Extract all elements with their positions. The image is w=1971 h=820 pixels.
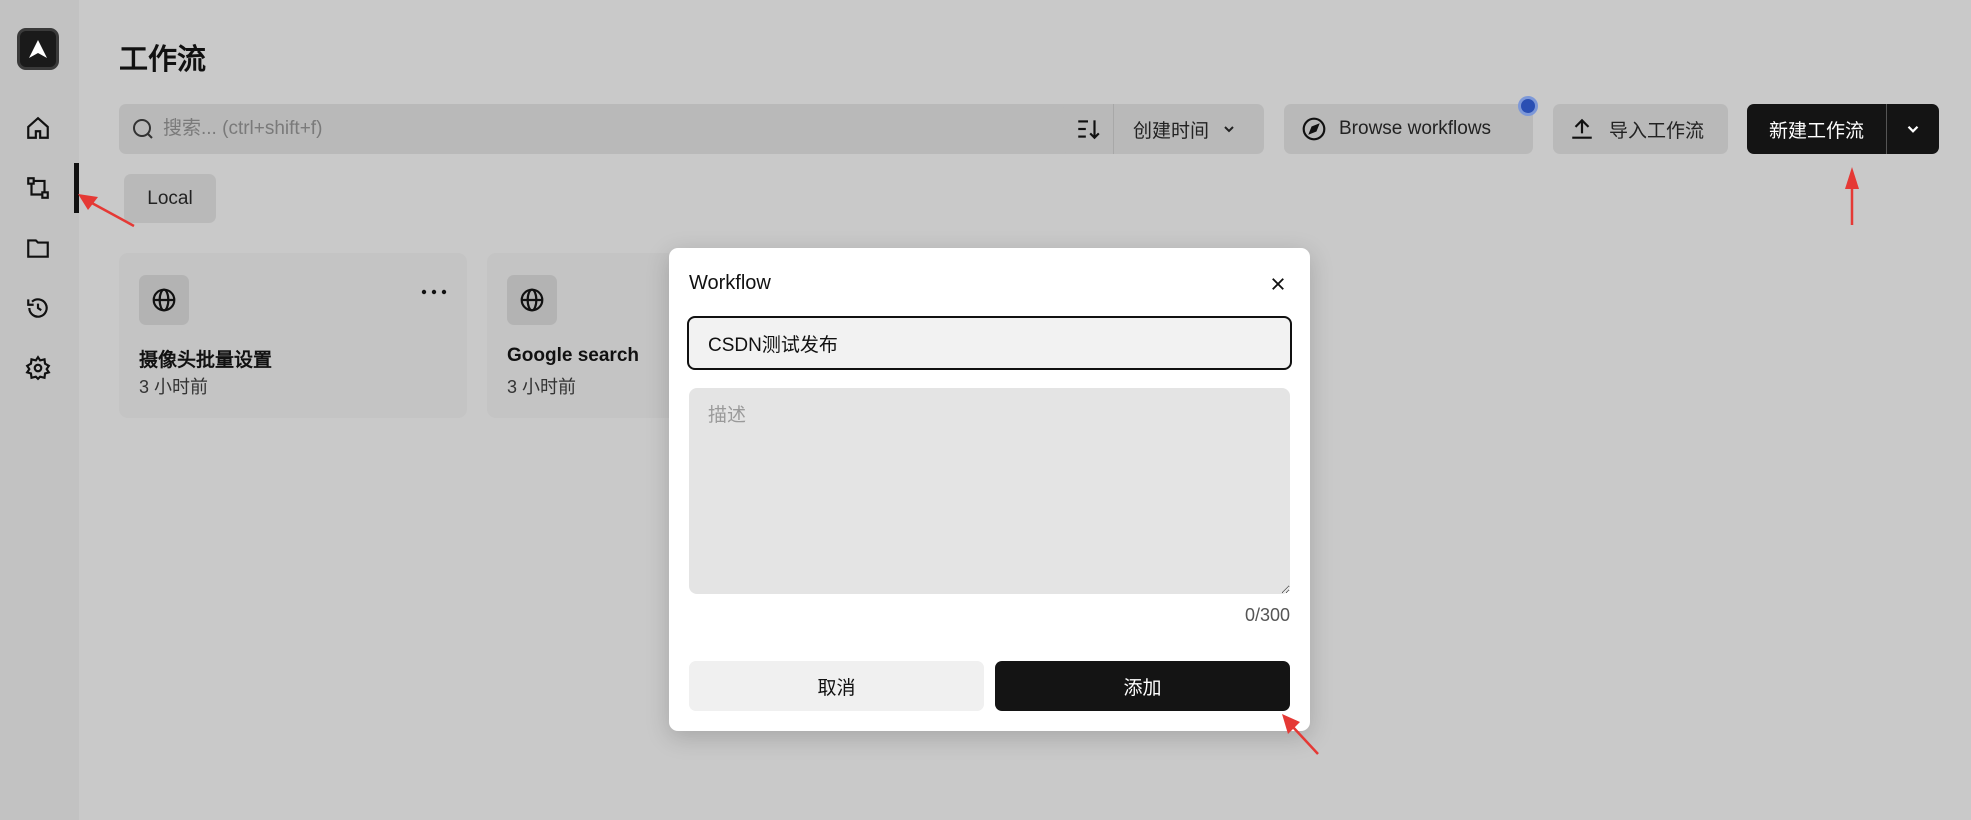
workflow-card-time: 3 小时前 — [139, 377, 209, 397]
gear-icon — [25, 355, 51, 381]
compass-icon — [1302, 117, 1326, 141]
workflow-name-input[interactable] — [687, 316, 1292, 370]
close-button[interactable] — [1264, 270, 1292, 298]
browse-workflows-button[interactable]: Browse workflows — [1284, 104, 1533, 154]
workflow-card-title: 摄像头批量设置 — [139, 350, 273, 371]
workflow-dialog: Workflow 0/300 取消 添加 — [669, 248, 1310, 731]
chevron-down-icon — [1907, 125, 1919, 133]
notification-dot — [1518, 96, 1538, 116]
globe-icon — [139, 275, 189, 325]
new-workflow-button[interactable]: 新建工作流 — [1747, 104, 1887, 154]
sidebar — [0, 0, 79, 820]
sort-icon — [1078, 120, 1100, 140]
workflow-card[interactable]: 摄像头批量设置 3 小时前 — [119, 253, 467, 418]
page-title: 工作流 — [119, 44, 207, 76]
browse-workflows-label: Browse workflows — [1339, 118, 1492, 139]
chevron-down-icon — [1221, 121, 1237, 137]
history-icon — [27, 298, 48, 318]
annotation-arrow-icon — [78, 194, 135, 228]
sidebar-item-home[interactable] — [20, 110, 56, 146]
annotation-arrow-icon — [1845, 167, 1859, 225]
search-bar[interactable] — [119, 104, 1083, 154]
close-icon — [1272, 278, 1284, 290]
sidebar-item-files[interactable] — [20, 230, 56, 266]
search-input[interactable] — [163, 118, 1063, 140]
sidebar-item-settings[interactable] — [20, 350, 56, 386]
workflow-description-textarea[interactable] — [689, 388, 1290, 594]
import-workflow-label: 导入工作流 — [1609, 120, 1705, 142]
sort-direction-button[interactable] — [1063, 104, 1114, 154]
search-icon — [133, 119, 153, 139]
workflow-card-time: 3 小时前 — [507, 377, 577, 397]
app-logo[interactable] — [17, 28, 59, 70]
home-icon — [27, 116, 49, 139]
globe-icon — [507, 275, 557, 325]
cancel-button[interactable]: 取消 — [689, 661, 984, 711]
sort-field-select[interactable]: 创建时间 — [1133, 116, 1209, 143]
sort-control: 创建时间 — [1063, 104, 1264, 154]
upload-icon — [1572, 118, 1592, 139]
annotation-arrow-icon — [1282, 714, 1319, 755]
sidebar-item-workflows[interactable] — [20, 170, 56, 206]
sidebar-item-history[interactable] — [20, 290, 56, 326]
folder-icon — [27, 239, 49, 258]
new-workflow-split-button: 新建工作流 — [1747, 104, 1939, 154]
workflow-card-title: Google search — [507, 345, 639, 366]
dialog-title: Workflow — [689, 272, 771, 294]
description-char-counter: 0/300 — [1244, 605, 1290, 625]
new-workflow-dropdown-button[interactable] — [1887, 104, 1939, 154]
import-workflow-button[interactable]: 导入工作流 — [1553, 104, 1728, 154]
add-button[interactable]: 添加 — [995, 661, 1290, 711]
workflow-icon — [27, 177, 49, 199]
more-options-icon[interactable] — [421, 283, 447, 301]
logo-icon — [29, 40, 47, 58]
